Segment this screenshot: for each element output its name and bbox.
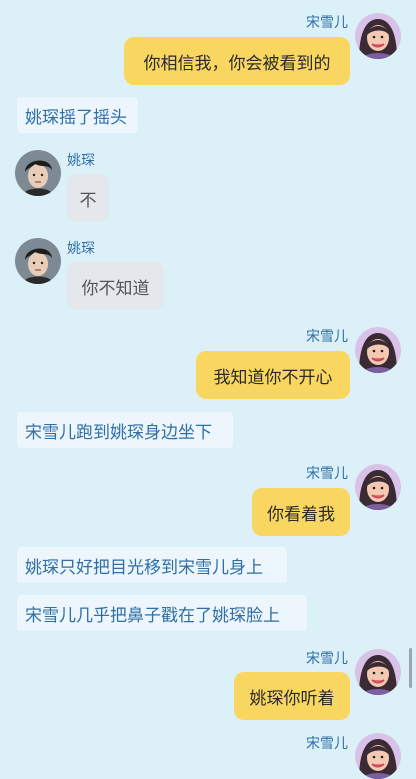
narration-text: 姚琛摇了摇头 [17,97,138,133]
message-bubble-right: 你相信我，你会被看到的 [124,37,350,85]
message-bubble-left: 不 [67,174,109,222]
narration-text: 姚琛只好把目光移到宋雪儿身上 [17,547,287,583]
sender-name: 姚琛 [67,241,95,257]
sender-name: 宋雪儿 [306,736,348,752]
avatar-male-icon[interactable] [15,238,61,284]
narration-text: 宋雪儿几乎把鼻子戳在了姚琛脸上 [17,595,307,631]
avatar-female-icon[interactable] [355,649,401,695]
avatar-female-icon[interactable] [355,327,401,373]
sender-name: 姚琛 [67,153,95,169]
avatar-female-icon[interactable] [355,13,401,59]
message-bubble-left: 你不知道 [67,262,164,310]
narration-text: 宋雪儿跑到姚琛身边坐下 [17,412,233,448]
avatar-female-icon[interactable] [355,464,401,510]
avatar-male-icon[interactable] [15,150,61,196]
sender-name: 宋雪儿 [306,651,348,667]
message-bubble-right: 姚琛你听着 [234,672,350,720]
sender-name: 宋雪儿 [306,329,348,345]
sender-name: 宋雪儿 [306,15,348,31]
sender-name: 宋雪儿 [306,466,348,482]
message-bubble-right: 我知道你不开心 [196,351,350,399]
scrollbar[interactable] [409,648,412,688]
message-bubble-right: 你看着我 [252,488,350,536]
